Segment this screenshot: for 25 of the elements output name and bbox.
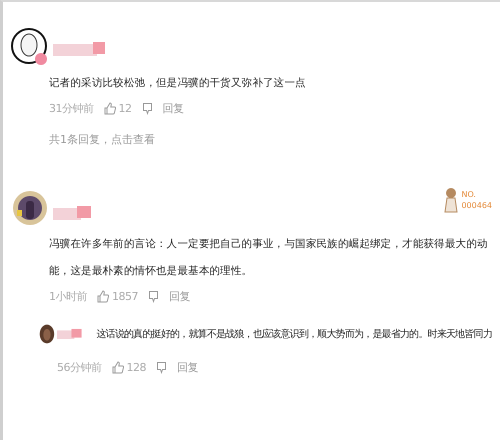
like-count: 128 bbox=[126, 361, 146, 374]
comment-icon[interactable] bbox=[148, 290, 159, 303]
avatar bbox=[11, 28, 49, 66]
thumbs-up-icon[interactable] bbox=[104, 102, 116, 115]
thumbs-up-icon[interactable] bbox=[97, 290, 109, 303]
badge-label: NO. bbox=[461, 189, 477, 200]
comment-icon[interactable] bbox=[142, 102, 152, 115]
view-replies-link[interactable]: 共1条回复，点击查看 bbox=[49, 132, 492, 147]
reply-link[interactable]: 回复 bbox=[162, 101, 184, 116]
thumbs-up-icon[interactable] bbox=[112, 361, 124, 374]
character-icon bbox=[444, 187, 458, 213]
timestamp: 56分钟前 bbox=[57, 360, 102, 375]
comment-icon[interactable] bbox=[156, 361, 167, 374]
comment-text: 冯骥在许多年前的言论：人一定要把自己的事业，与国家民族的崛起绑定，才能获得最大的动能，这是最朴素的情怀也是最基本的理性。 bbox=[49, 237, 489, 279]
timestamp: 1小时前 bbox=[49, 289, 87, 304]
reply-link[interactable]: 回复 bbox=[177, 360, 198, 375]
badge-number: 000464 bbox=[461, 200, 492, 211]
reply-text: 这话说的真的挺好的，就算不是战狼，也应该意识到，顺大势而为，是最省力的。时来天地皆同力 bbox=[96, 328, 492, 341]
blurred-name bbox=[56, 327, 84, 341]
avatar bbox=[11, 189, 49, 227]
reply-link[interactable]: 回复 bbox=[169, 289, 190, 304]
timestamp: 31分钟前 bbox=[49, 101, 94, 116]
like-count: 1857 bbox=[112, 290, 138, 303]
comment-text: 记者的采访比较松弛，但是冯骥的干货又弥补了这一点 bbox=[49, 76, 307, 91]
like-count: 12 bbox=[118, 102, 132, 115]
